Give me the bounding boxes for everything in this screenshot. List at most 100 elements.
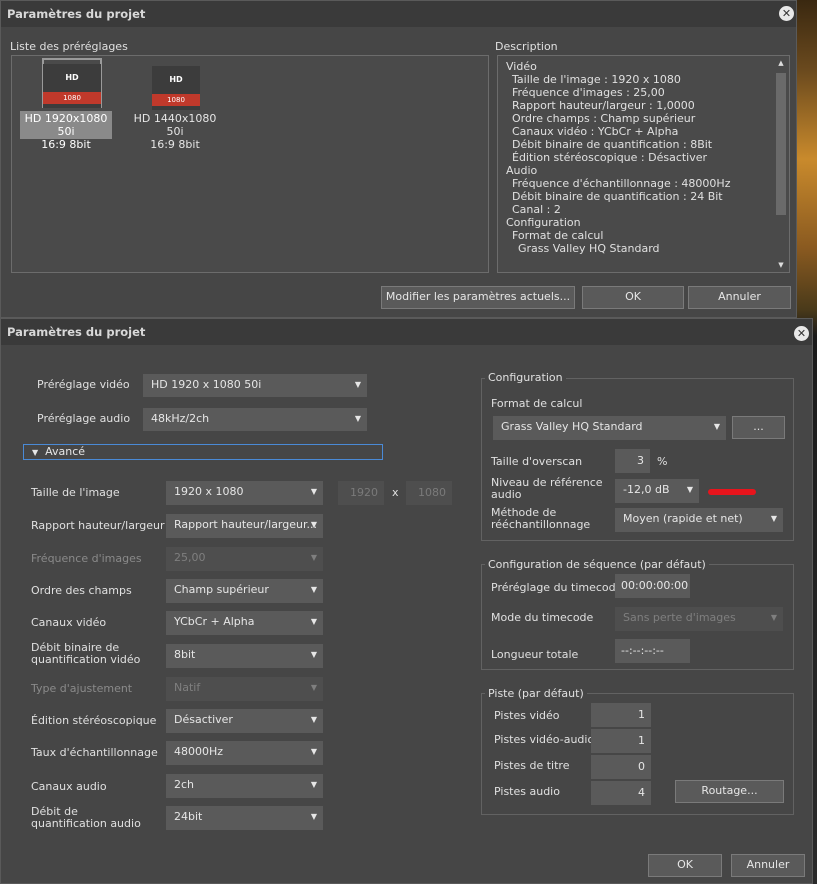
chevron-down-icon: ▼ bbox=[354, 380, 361, 389]
description-line: Édition stéréoscopique : Désactiver bbox=[512, 151, 708, 164]
ref-level-indicator bbox=[708, 489, 756, 495]
main-dialog-title: Paramètres du projet bbox=[1, 319, 812, 345]
preset-list[interactable]: HD 1080 HD 1920x1080 50i 16:9 8bit HD 10… bbox=[11, 55, 489, 273]
description-line: Fréquence d'images : 25,00 bbox=[512, 86, 665, 99]
modify-settings-button[interactable]: Modifier les paramètres actuels... bbox=[381, 286, 575, 309]
description-line: Fréquence d'échantillonnage : 48000Hz bbox=[512, 177, 731, 190]
description-line: Ordre champs : Champ supérieur bbox=[512, 112, 696, 125]
tc-mode-label: Mode du timecode bbox=[491, 611, 594, 624]
resample-select[interactable]: Moyen (rapide et net) ▼ bbox=[615, 508, 783, 532]
samplerate-label: Taux d'échantillonnage bbox=[31, 746, 158, 759]
description-line: Configuration bbox=[506, 216, 581, 229]
audio-channels-label: Canaux audio bbox=[31, 780, 107, 793]
scroll-thumb[interactable] bbox=[776, 73, 786, 215]
chevron-down-icon: ▼ bbox=[310, 683, 317, 692]
chevron-down-icon: ▼ bbox=[310, 747, 317, 756]
chevron-down-icon: ▼ bbox=[770, 613, 777, 622]
routing-button[interactable]: Routage... bbox=[675, 780, 784, 803]
title-tracks-label: Pistes de titre bbox=[494, 759, 570, 772]
presets-label: Liste des préréglages bbox=[10, 40, 128, 53]
video-tracks-field[interactable]: 1 bbox=[591, 703, 651, 727]
audio-channels-select[interactable]: 2ch ▼ bbox=[166, 774, 323, 798]
ref-level-label: Niveau de référence audio bbox=[491, 476, 603, 501]
chevron-down-icon: ▼ bbox=[713, 422, 720, 431]
description-line: Rapport hauteur/largeur : 1,0000 bbox=[512, 99, 695, 112]
preset-label: HD 1440x1080 50i 16:9 8bit bbox=[133, 112, 217, 151]
ref-level-select[interactable]: -12,0 dB ▼ bbox=[615, 479, 699, 503]
render-format-select[interactable]: Grass Valley HQ Standard ▼ bbox=[493, 416, 726, 440]
configuration-group-title: Configuration bbox=[485, 371, 566, 384]
scrollbar[interactable]: ▲ ▼ bbox=[774, 57, 788, 271]
chevron-down-icon: ▼ bbox=[770, 514, 777, 523]
description-line: Canal : 2 bbox=[512, 203, 561, 216]
stereo-label: Édition stéréoscopique bbox=[31, 714, 157, 727]
audio-preset-label: Préréglage audio bbox=[37, 412, 131, 425]
video-tracks-label: Pistes vidéo bbox=[494, 709, 560, 722]
chevron-down-icon: ▼ bbox=[686, 485, 693, 494]
description-line: Débit binaire de quantification : 8Bit bbox=[512, 138, 713, 151]
scroll-up-icon[interactable]: ▲ bbox=[774, 59, 788, 67]
cancel-button[interactable]: Annuler bbox=[688, 286, 791, 309]
video-preset-label: Préréglage vidéo bbox=[37, 378, 130, 391]
render-format-label: Format de calcul bbox=[491, 397, 583, 410]
samplerate-select[interactable]: 48000Hz ▼ bbox=[166, 741, 323, 765]
top-dialog: Paramètres du projet ✕ Liste des prérégl… bbox=[0, 0, 797, 318]
scroll-down-icon[interactable]: ▼ bbox=[774, 261, 788, 269]
total-length-field: --:--:--:-- bbox=[615, 639, 690, 663]
stereo-select[interactable]: Désactiver ▼ bbox=[166, 709, 323, 733]
chevron-down-icon: ▼ bbox=[310, 617, 317, 626]
top-dialog-title: Paramètres du projet bbox=[1, 1, 796, 27]
ok-button[interactable]: OK bbox=[648, 854, 722, 877]
description-line: Audio bbox=[506, 164, 538, 177]
video-bitdepth-label: Débit binaire de quantification vidéo bbox=[31, 641, 141, 666]
video-channels-label: Canaux vidéo bbox=[31, 616, 107, 629]
x-label: x bbox=[392, 486, 399, 499]
description-label: Description bbox=[495, 40, 558, 53]
height-field: 1080 bbox=[406, 481, 452, 505]
description-line: Vidéo bbox=[506, 60, 537, 73]
preset-thumbnail: HD 1080 bbox=[152, 66, 200, 110]
audio-tracks-label: Pistes audio bbox=[494, 785, 560, 798]
title-tracks-field[interactable]: 0 bbox=[591, 755, 651, 779]
image-size-select[interactable]: 1920 x 1080 ▼ bbox=[166, 481, 323, 505]
preset-item-selected[interactable]: HD 1080 HD 1920x1080 50i 16:9 8bit bbox=[20, 58, 112, 151]
image-size-label: Taille de l'image bbox=[31, 486, 120, 499]
preset-thumbnail: HD 1080 bbox=[43, 64, 101, 108]
video-preset-select[interactable]: HD 1920 x 1080 50i ▼ bbox=[143, 374, 367, 397]
advanced-toggle[interactable]: ▼ Avancé bbox=[23, 444, 383, 460]
overscan-label: Taille d'overscan bbox=[491, 455, 583, 468]
close-icon[interactable]: ✕ bbox=[794, 326, 809, 341]
chevron-down-icon: ▼ bbox=[310, 812, 317, 821]
tc-preset-field[interactable]: 00:00:00:00 bbox=[615, 574, 690, 598]
chevron-down-icon: ▼ bbox=[310, 487, 317, 496]
description-line: Grass Valley HQ Standard bbox=[518, 242, 660, 255]
cancel-button[interactable]: Annuler bbox=[731, 854, 805, 877]
va-tracks-field[interactable]: 1 bbox=[591, 729, 651, 753]
audio-preset-select[interactable]: 48kHz/2ch ▼ bbox=[143, 408, 367, 431]
video-channels-select[interactable]: YCbCr + Alpha ▼ bbox=[166, 611, 323, 635]
description-line: Canaux vidéo : YCbCr + Alpha bbox=[512, 125, 679, 138]
overscan-field[interactable]: 3 bbox=[615, 449, 650, 473]
overscan-unit: % bbox=[657, 455, 668, 468]
description-line: Débit binaire de quantification : 24 Bit bbox=[512, 190, 723, 203]
audio-tracks-field[interactable]: 4 bbox=[591, 781, 651, 805]
field-order-label: Ordre des champs bbox=[31, 584, 132, 597]
ok-button[interactable]: OK bbox=[582, 286, 684, 309]
aspect-select[interactable]: Rapport hauteur/largeur... ▼ bbox=[166, 514, 323, 538]
video-bitdepth-select[interactable]: 8bit ▼ bbox=[166, 644, 323, 668]
adjust-type-label: Type d'ajustement bbox=[31, 682, 133, 695]
width-field: 1920 bbox=[338, 481, 384, 505]
chevron-down-icon: ▼ bbox=[310, 780, 317, 789]
audio-bitdepth-select[interactable]: 24bit ▼ bbox=[166, 806, 323, 830]
framerate-label: Fréquence d'images bbox=[31, 552, 142, 565]
preset-item[interactable]: HD 1080 HD 1440x1080 50i 16:9 8bit bbox=[126, 58, 224, 151]
va-tracks-label: Pistes vidéo-audio bbox=[494, 733, 595, 746]
field-order-select[interactable]: Champ supérieur ▼ bbox=[166, 579, 323, 603]
chevron-down-icon: ▼ bbox=[310, 553, 317, 562]
chevron-down-icon: ▼ bbox=[310, 520, 317, 529]
close-icon[interactable]: ✕ bbox=[779, 6, 794, 21]
tc-mode-select: Sans perte d'images ▼ bbox=[615, 607, 783, 631]
preset-label: HD 1920x1080 50i 16:9 8bit bbox=[20, 111, 112, 151]
render-format-more-button[interactable]: ... bbox=[732, 416, 785, 439]
total-length-label: Longueur totale bbox=[491, 648, 579, 661]
